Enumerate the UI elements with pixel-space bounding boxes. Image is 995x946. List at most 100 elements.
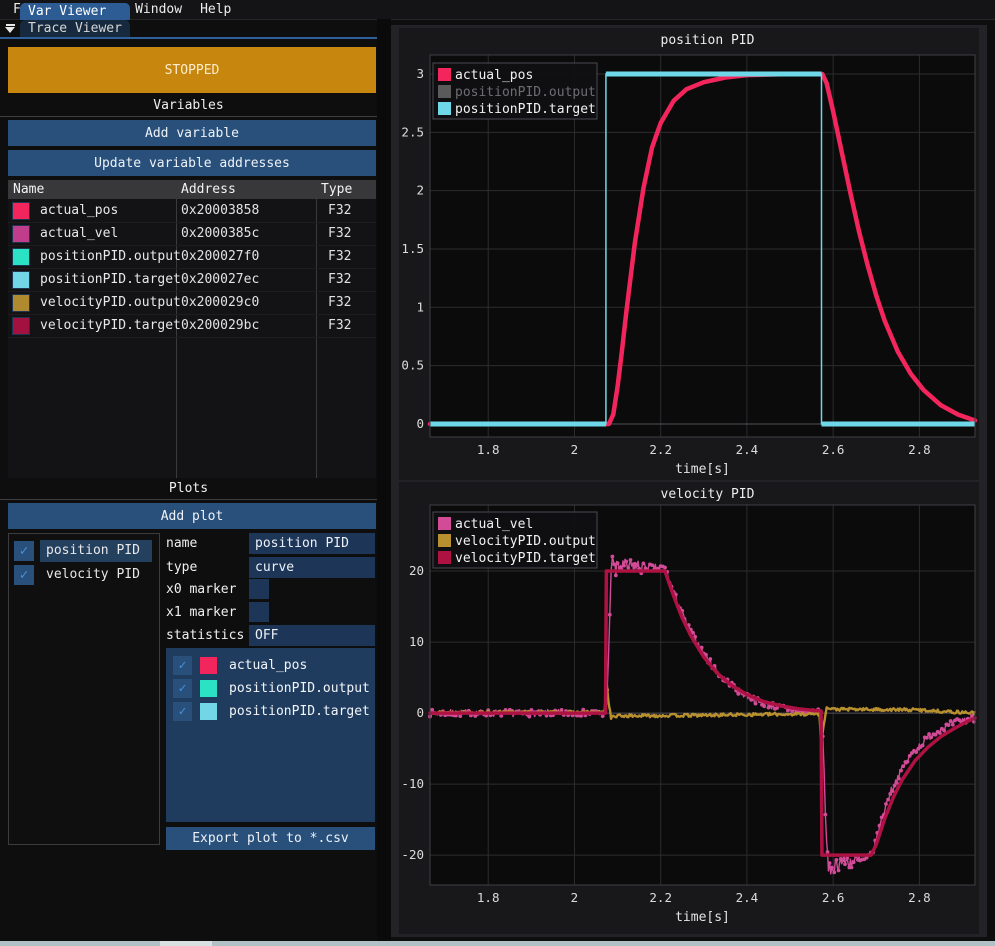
plot-visible-checkbox[interactable]: ✓ [14, 565, 34, 585]
menu-help[interactable]: Help [191, 1, 240, 18]
x1-marker-label: x1 marker [166, 605, 236, 620]
scrollbar-thumb[interactable] [160, 941, 212, 946]
variable-color-swatch[interactable] [12, 202, 30, 220]
plot-list-item[interactable]: ✓ velocity PID [14, 564, 152, 586]
series-color-swatch[interactable] [200, 703, 217, 720]
svg-text:1.8: 1.8 [477, 442, 500, 457]
svg-text:2.2: 2.2 [649, 890, 672, 905]
legend-entry-velocityPID.target[interactable]: velocityPID.target [438, 551, 596, 566]
variable-color-swatch[interactable] [12, 271, 30, 289]
svg-text:0.5: 0.5 [401, 358, 424, 373]
add-plot-button[interactable]: Add plot [8, 503, 376, 529]
svg-text:20: 20 [409, 563, 424, 578]
bottom-scrollbar[interactable] [0, 941, 995, 946]
series-row[interactable]: ✓ actual_pos [173, 655, 307, 675]
legend[interactable]: actual_velvelocityPID.outputvelocityPID.… [433, 512, 597, 568]
variable-color-swatch[interactable] [12, 294, 30, 312]
legend-entry-positionPID.target[interactable]: positionPID.target [438, 102, 596, 117]
x-axis-label: time[s] [675, 462, 730, 477]
variable-type: F32 [322, 226, 351, 241]
svg-text:1.5: 1.5 [401, 241, 424, 256]
variable-color-swatch[interactable] [12, 248, 30, 266]
svg-text:2: 2 [571, 442, 579, 457]
update-variable-addresses-button[interactable]: Update variable addresses [8, 150, 376, 176]
variable-address: 0x200027f0 [175, 249, 322, 264]
menu-window[interactable]: Window [126, 1, 191, 18]
legend[interactable]: actual_pos positionPID.output positionPID.… [433, 63, 597, 119]
plots-section-header: Plots [0, 481, 377, 496]
plot-name-label: name [166, 536, 197, 551]
variable-color-swatch[interactable] [12, 317, 30, 335]
svg-text:-10: -10 [401, 776, 424, 791]
svg-text:positionPID.target: positionPID.target [455, 102, 596, 117]
export-csv-button[interactable]: Export plot to *.csv [166, 827, 375, 850]
position-pid-chart[interactable]: position PID00.511.522.531.822.22.42.62.… [399, 28, 979, 480]
column-header-name[interactable]: Name [8, 180, 176, 199]
variable-name: positionPID.target [40, 272, 175, 287]
variable-address: 0x2000385c [175, 226, 322, 241]
variable-color-swatch[interactable] [12, 225, 30, 243]
svg-text:2.4: 2.4 [736, 890, 759, 905]
svg-text:-20: -20 [401, 847, 424, 862]
svg-text:2.5: 2.5 [401, 124, 424, 139]
x1-marker-checkbox[interactable] [249, 602, 269, 622]
series-row[interactable]: ✓ positionPID.target [173, 701, 370, 721]
table-row[interactable]: velocityPID.output0x200029c0F32 [8, 291, 376, 315]
variable-type: F32 [322, 272, 351, 287]
legend-entry-positionPID.output[interactable]: positionPID.output [438, 85, 596, 100]
velocity-pid-chart[interactable]: velocity PID-20-10010201.822.22.42.62.8t… [399, 482, 979, 934]
statistics-toggle[interactable]: OFF [249, 625, 375, 646]
collapse-arrow-icon[interactable] [0, 20, 20, 37]
velocity-pid-plot-area[interactable]: velocity PID-20-10010201.822.22.42.62.8t… [399, 482, 979, 934]
chart-title: velocity PID [661, 487, 755, 502]
series-color-swatch[interactable] [200, 680, 217, 697]
svg-text:3: 3 [416, 66, 424, 81]
svg-text:2: 2 [571, 890, 579, 905]
table-row[interactable]: actual_pos0x20003858F32 [8, 199, 376, 223]
table-row[interactable]: positionPID.target0x200027ecF32 [8, 268, 376, 292]
table-row[interactable]: actual_vel0x2000385cF32 [8, 222, 376, 246]
variable-name: velocityPID.output [40, 295, 175, 310]
plot-name-input[interactable]: position PID [249, 533, 375, 554]
series-name: positionPID.output [229, 681, 370, 696]
svg-text:positionPID.output: positionPID.output [455, 85, 596, 100]
tab-trace-viewer[interactable]: Trace Viewer [20, 20, 130, 37]
series-name: positionPID.target [229, 704, 370, 719]
series-row[interactable]: ✓ positionPID.output [173, 678, 370, 698]
table-row[interactable]: velocityPID.target0x200029bcF32 [8, 314, 376, 338]
tab-var-viewer[interactable]: Var Viewer [20, 3, 130, 20]
svg-text:2.8: 2.8 [908, 442, 931, 457]
variable-name: velocityPID.target [40, 318, 175, 333]
plot-name[interactable]: velocity PID [40, 564, 152, 586]
plot-name[interactable]: position PID [40, 540, 152, 562]
plot-list-item[interactable]: ✓ position PID [14, 540, 152, 562]
series-name: actual_pos [229, 658, 307, 673]
svg-text:actual_pos: actual_pos [455, 68, 533, 83]
legend-entry-velocityPID.output[interactable]: velocityPID.output [438, 534, 596, 549]
add-variable-button[interactable]: Add variable [8, 120, 376, 146]
series-visible-checkbox[interactable]: ✓ [173, 656, 192, 675]
series-visible-checkbox[interactable]: ✓ [173, 702, 192, 721]
x0-marker-checkbox[interactable] [249, 579, 269, 599]
menu-bar: FileOptionsWindowHelp [0, 0, 995, 20]
series-visible-checkbox[interactable]: ✓ [173, 679, 192, 698]
collapse-bar-icon [6, 24, 15, 26]
table-row[interactable]: positionPID.output0x200027f0F32 [8, 245, 376, 269]
svg-text:2.6: 2.6 [822, 890, 845, 905]
plot-type-select[interactable]: curve [249, 557, 375, 578]
panel-splitter[interactable] [377, 19, 391, 941]
variables-section-header: Variables [0, 98, 377, 113]
plot-visible-checkbox[interactable]: ✓ [14, 541, 34, 561]
column-header-type[interactable]: Type [316, 180, 376, 199]
acquisition-status-button[interactable]: STOPPED [8, 47, 376, 93]
column-header-address[interactable]: Address [176, 180, 316, 199]
svg-text:velocityPID.target: velocityPID.target [455, 551, 596, 566]
svg-text:1.8: 1.8 [477, 890, 500, 905]
separator [0, 499, 377, 500]
svg-text:0: 0 [416, 416, 424, 431]
position-pid-plot-area[interactable]: position PID00.511.522.531.822.22.42.62.… [399, 28, 979, 480]
plot-series-list: ✓ actual_pos ✓ positionPID.output ✓ positionP… [166, 648, 375, 822]
series-color-swatch[interactable] [200, 657, 217, 674]
variable-address: 0x200029bc [175, 318, 322, 333]
svg-text:2.8: 2.8 [908, 890, 931, 905]
